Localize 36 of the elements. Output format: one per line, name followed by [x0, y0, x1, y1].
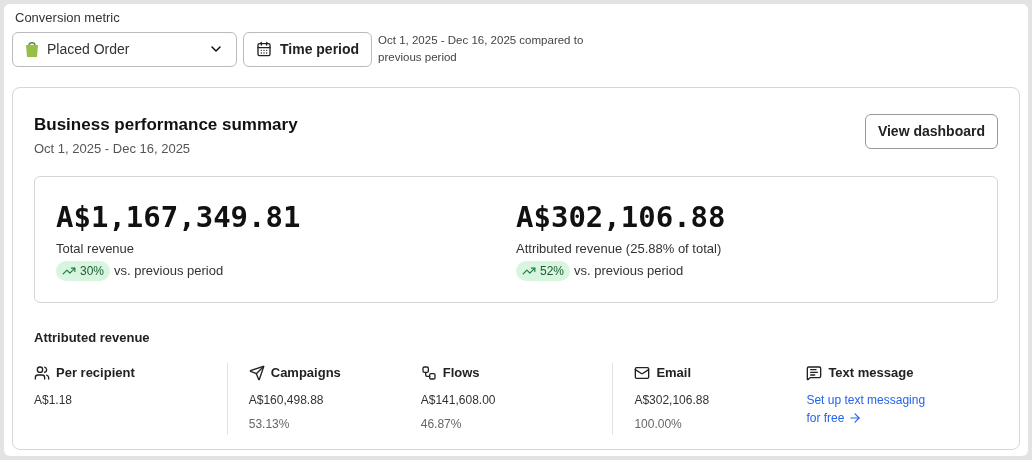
- metric-dropdown[interactable]: Placed Order: [12, 31, 237, 67]
- setup-link[interactable]: Set up text messaging for free: [806, 390, 937, 427]
- period-note: Oct 1, 2025 - Dec 16, 2025 compared to previous period: [378, 33, 585, 65]
- bag-icon: [25, 41, 39, 57]
- revenue-value: A$302,106.88: [516, 198, 727, 235]
- comparison-text: vs. previous period: [114, 262, 224, 281]
- flow-icon: [420, 364, 437, 381]
- card-dates: Oct 1, 2025 - Dec 16, 2025: [34, 140, 192, 158]
- field-label: Conversion metric: [15, 9, 121, 27]
- stat-value: A$302,106.88: [634, 391, 711, 409]
- message-icon: [806, 364, 823, 381]
- stat-value: A$141,608.00: [420, 391, 497, 409]
- stat-title: Campaigns: [270, 364, 341, 382]
- stat-title: Text message: [828, 364, 914, 382]
- stat-title: Per recipient: [56, 364, 135, 382]
- send-icon: [248, 364, 265, 381]
- people-icon: [34, 364, 50, 381]
- stat-title: Flows: [442, 364, 480, 382]
- stat-title: Email: [656, 364, 692, 382]
- change-badge: 52%: [516, 261, 571, 281]
- card-title: Business performance summary: [34, 113, 298, 136]
- stat-value: A$160,498.88: [248, 391, 325, 409]
- revenue-value: A$1,167,349.81: [56, 198, 302, 235]
- revenue-label: Attributed revenue (25.88% of total): [516, 239, 723, 258]
- stat-share: 100.00%: [634, 415, 683, 433]
- stat-share: 46.87%: [420, 415, 463, 433]
- change-badge: 30%: [56, 261, 111, 281]
- stat-value: A$1.18: [34, 391, 74, 409]
- view-dashboard-button[interactable]: View dashboard: [864, 113, 998, 149]
- section-title: Attributed revenue: [34, 328, 151, 347]
- mail-icon: [634, 364, 651, 381]
- revenue-label: Total revenue: [56, 239, 136, 258]
- time-period-button[interactable]: Time period: [243, 31, 373, 67]
- comparison-text: vs. previous period: [574, 262, 684, 281]
- stat-share: 53.13%: [248, 415, 291, 433]
- calendar-icon: [256, 41, 272, 57]
